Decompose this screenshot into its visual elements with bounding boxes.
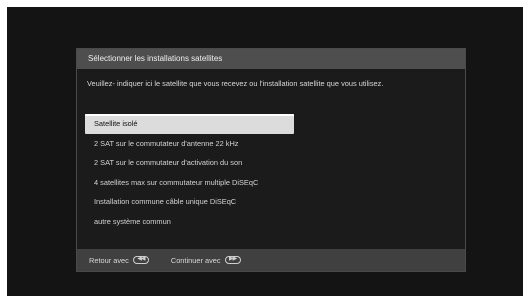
option-two-sat-22khz[interactable]: 2 SAT sur le commutateur d'antenne 22 kH… (85, 134, 459, 154)
option-two-sat-tone-switch[interactable]: 2 SAT sur le commutateur d'activation du… (85, 153, 459, 173)
back-label: Retour avec (89, 255, 129, 265)
rewind-key-icon (132, 255, 149, 264)
option-four-sat-diseqc[interactable]: 4 satellites max sur commutateur multipl… (85, 173, 459, 193)
tv-screen: Sélectionner les installations satellite… (7, 7, 523, 296)
dialog-footer: Retour avec Continuer avec (77, 249, 465, 271)
satellite-setup-dialog: Sélectionner les installations satellite… (76, 48, 466, 272)
continue-hint[interactable]: Continuer avec (170, 255, 241, 265)
option-other-system[interactable]: autre système commun (85, 212, 459, 232)
option-single-satellite[interactable]: Satellite isolé (85, 114, 294, 134)
fast-forward-key-icon (224, 255, 241, 264)
dialog-description: Veuillez- indiquer ici le satellite que … (87, 79, 384, 88)
dialog-title: Sélectionner les installations satellite… (77, 49, 465, 69)
back-hint[interactable]: Retour avec (89, 255, 149, 265)
option-single-cable-diseqc[interactable]: Installation commune câble unique DiSEqC (85, 192, 459, 212)
satellite-options-list: Satellite isolé 2 SAT sur le commutateur… (85, 114, 459, 231)
continue-label: Continuer avec (170, 255, 221, 265)
